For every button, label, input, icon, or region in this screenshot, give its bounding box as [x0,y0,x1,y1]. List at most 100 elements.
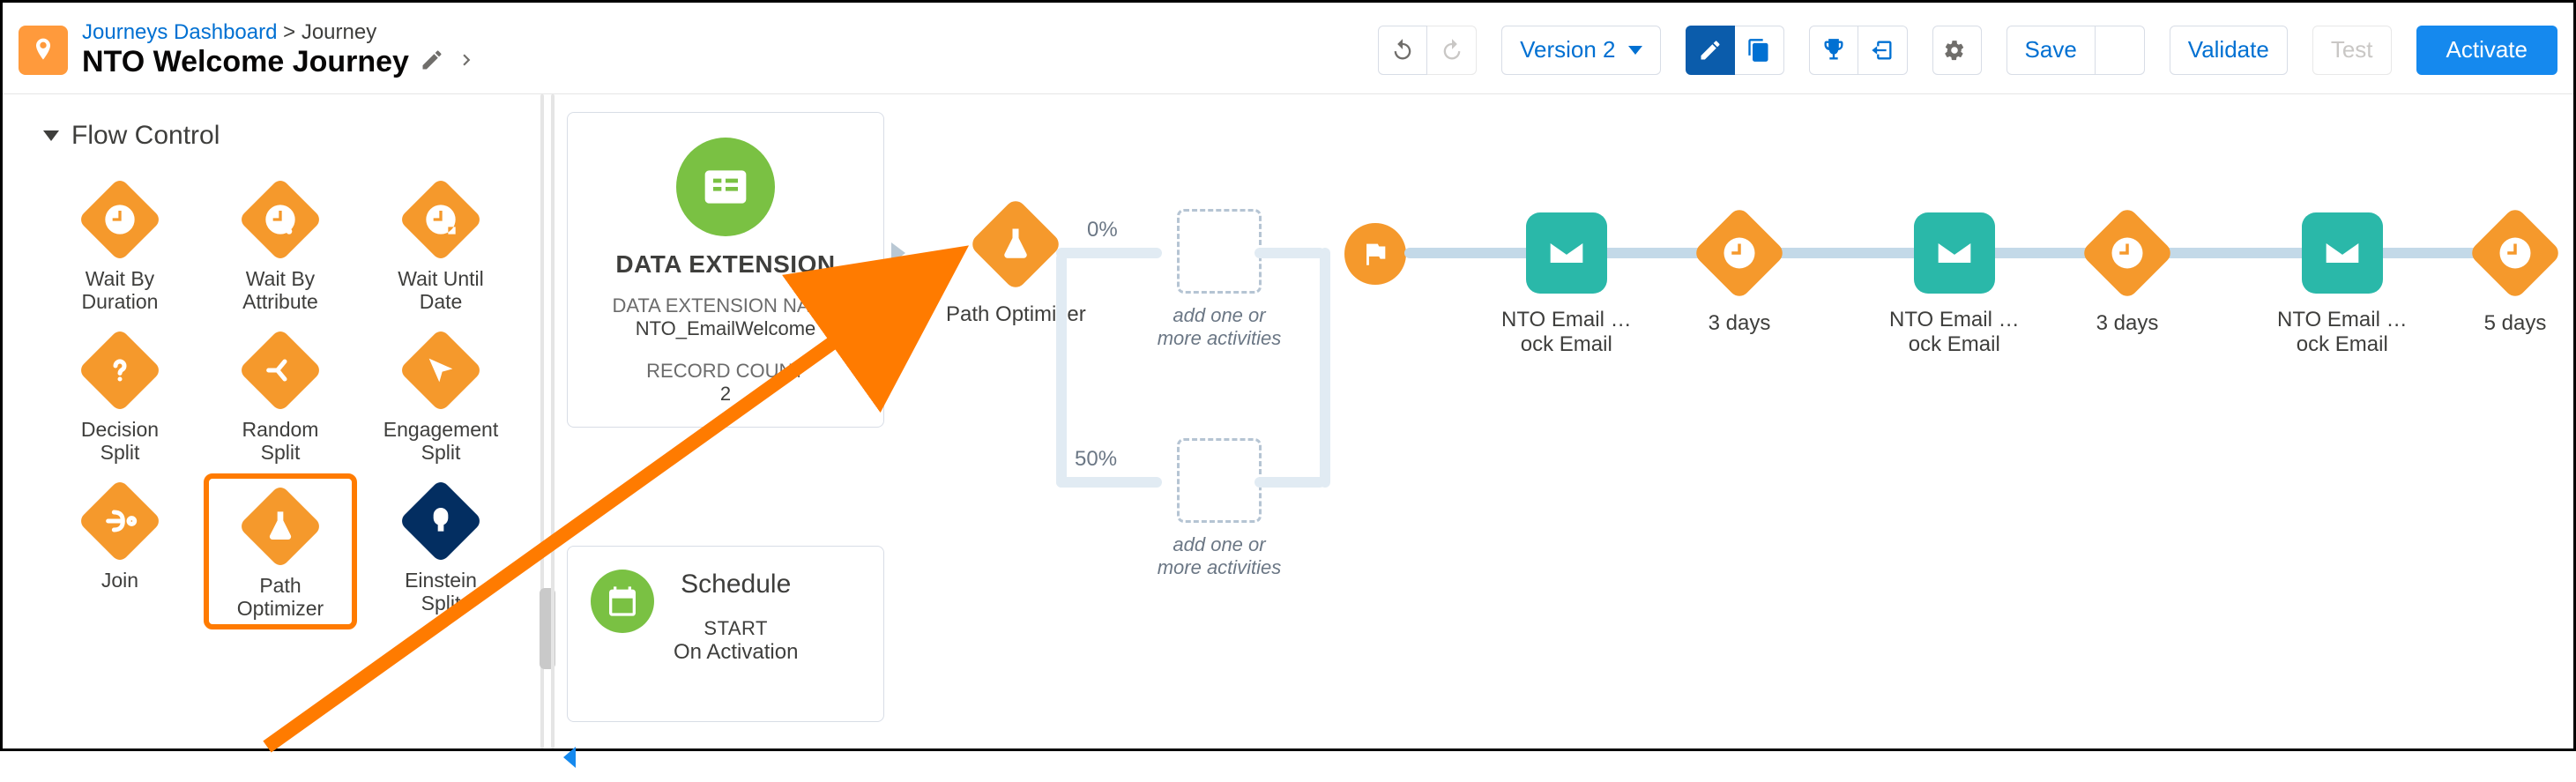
save-button[interactable]: Save [2006,26,2096,75]
palette-wait-by-attribute[interactable]: Wait ByAttribute [204,172,357,317]
einstein-icon [398,479,483,563]
palette-wait-by-duration[interactable]: Wait ByDuration [43,172,197,317]
canvas-email-2[interactable]: NTO Email …ock Email [1889,212,2020,356]
palette-path-optimizer[interactable]: PathOptimizer [204,473,357,629]
validate-button[interactable]: Validate [2170,26,2288,75]
drag-handle-icon[interactable] [540,588,555,669]
flask-icon [238,484,323,569]
canvas-join-marker[interactable] [1344,223,1406,285]
palette-label: Wait ByDuration [82,267,159,314]
test-button: Test [2312,26,2392,75]
activate-button[interactable]: Activate [2416,26,2558,75]
connector-line [1254,248,1325,258]
schedule-start-value: On Activation [674,640,798,665]
caret-down-icon [1628,46,1642,55]
chevron-down-icon [43,130,59,141]
canvas-node-label: NTO Email …ock Email [1889,308,2020,356]
cursor-icon [398,328,483,413]
dropzone-icon [1177,209,1262,294]
palette-section-title: Flow Control [71,121,220,151]
undo-button[interactable] [1378,26,1427,75]
flask-icon [972,200,1060,288]
undo-redo-group [1378,26,1477,75]
email-icon [2302,212,2383,294]
breadcrumb-current: Journey [302,20,376,44]
goals-button[interactable] [1809,26,1858,75]
entry-de-name-value: NTO_EmailWelcome [636,317,816,340]
activity-palette: Flow Control Wait ByDuration Wait ByAttr… [3,94,532,748]
data-extension-icon [676,138,775,236]
split-percent-bottom: 50% [1075,447,1117,472]
palette-label: Wait ByAttribute [242,267,318,314]
canvas-node-label: NTO Email …ock Email [1501,308,1632,356]
version-label: Version 2 [1520,36,1615,63]
join-icon [78,479,162,563]
canvas-dropzone-top[interactable]: add one ormore activities [1131,209,1307,350]
palette-section-flow-control[interactable]: Flow Control [43,121,510,151]
canvas-node-label: 3 days [2096,311,2159,336]
collapse-sidebar-icon[interactable] [563,747,576,768]
canvas-wait-1[interactable]: 3 days [1695,209,1783,336]
palette-label: EngagementSplit [383,418,498,465]
title-chevron-icon[interactable] [455,48,478,76]
dropzone-hint: add one ormore activities [1158,304,1282,350]
palette-label: RandomSplit [242,418,319,465]
schedule-title: Schedule [674,570,798,600]
clock-icon [2083,209,2171,297]
canvas-email-3[interactable]: NTO Email …ock Email [2277,212,2408,356]
palette-label: Wait UntilDate [398,267,484,314]
palette-join[interactable]: Join [43,473,197,629]
question-icon [78,328,162,413]
page-title: NTO Welcome Journey [82,45,409,79]
palette-decision-split[interactable]: DecisionSplit [43,323,197,468]
palette-random-split[interactable]: RandomSplit [204,323,357,468]
connector-arrow-icon [891,242,905,264]
version-dropdown[interactable]: Version 2 [1501,26,1660,75]
canvas-wait-2[interactable]: 3 days [2083,209,2171,336]
palette-label: DecisionSplit [81,418,159,465]
entry-de-name-label: DATA EXTENSION NAME [612,294,838,317]
connector-line [1254,477,1325,488]
edit-mode-group [1686,26,1784,75]
entry-source-card[interactable]: DATA EXTENSION DATA EXTENSION NAME NTO_E… [567,112,884,428]
settings-menu[interactable] [1932,26,1982,75]
palette-einstein-split[interactable]: EinsteinSplit [364,473,517,629]
palette-engagement-split[interactable]: EngagementSplit [364,323,517,468]
journey-canvas[interactable]: DATA EXTENSION DATA EXTENSION NAME NTO_E… [567,94,2573,748]
connector-line [1320,248,1330,488]
canvas-node-label: 3 days [1709,311,1771,336]
connector-line [1056,253,1067,488]
workspace: Flow Control Wait ByDuration Wait ByAttr… [3,94,2573,748]
journey-app-icon [19,26,68,75]
goals-exit-group [1809,26,1908,75]
clock-user-icon [238,177,323,262]
schedule-card[interactable]: Schedule START On Activation [567,546,884,722]
copy-mode-button[interactable] [1735,26,1784,75]
email-icon [1914,212,1995,294]
flag-icon [1344,223,1406,285]
palette-wait-until-date[interactable]: Wait UntilDate [364,172,517,317]
schedule-start-label: START [674,617,798,640]
split-percent-top: 0% [1087,218,1118,242]
palette-label: PathOptimizer [237,574,324,621]
sidebar-divider[interactable] [532,94,567,748]
canvas-wait-3[interactable]: 5 days [2471,209,2559,336]
save-menu-button[interactable] [2096,26,2145,75]
edit-title-icon[interactable] [420,48,444,77]
canvas-node-label: NTO Email …ock Email [2277,308,2408,356]
redo-button[interactable] [1427,26,1477,75]
email-icon [1526,212,1607,294]
canvas-dropzone-bottom[interactable]: add one ormore activities [1131,438,1307,579]
entry-record-count-value: 2 [720,383,731,406]
breadcrumb-sep: > [283,20,295,44]
dropzone-hint: add one ormore activities [1158,533,1282,579]
breadcrumb-dashboard-link[interactable]: Journeys Dashboard [82,20,277,44]
breadcrumb: Journeys Dashboard > Journey [82,20,478,45]
canvas-email-1[interactable]: NTO Email …ock Email [1501,212,1632,356]
clock-icon [2471,209,2559,297]
dropzone-icon [1177,438,1262,523]
edit-mode-button[interactable] [1686,26,1735,75]
exit-criteria-button[interactable] [1858,26,1908,75]
clock-icon [1695,209,1783,297]
entry-card-title: DATA EXTENSION [615,250,835,279]
